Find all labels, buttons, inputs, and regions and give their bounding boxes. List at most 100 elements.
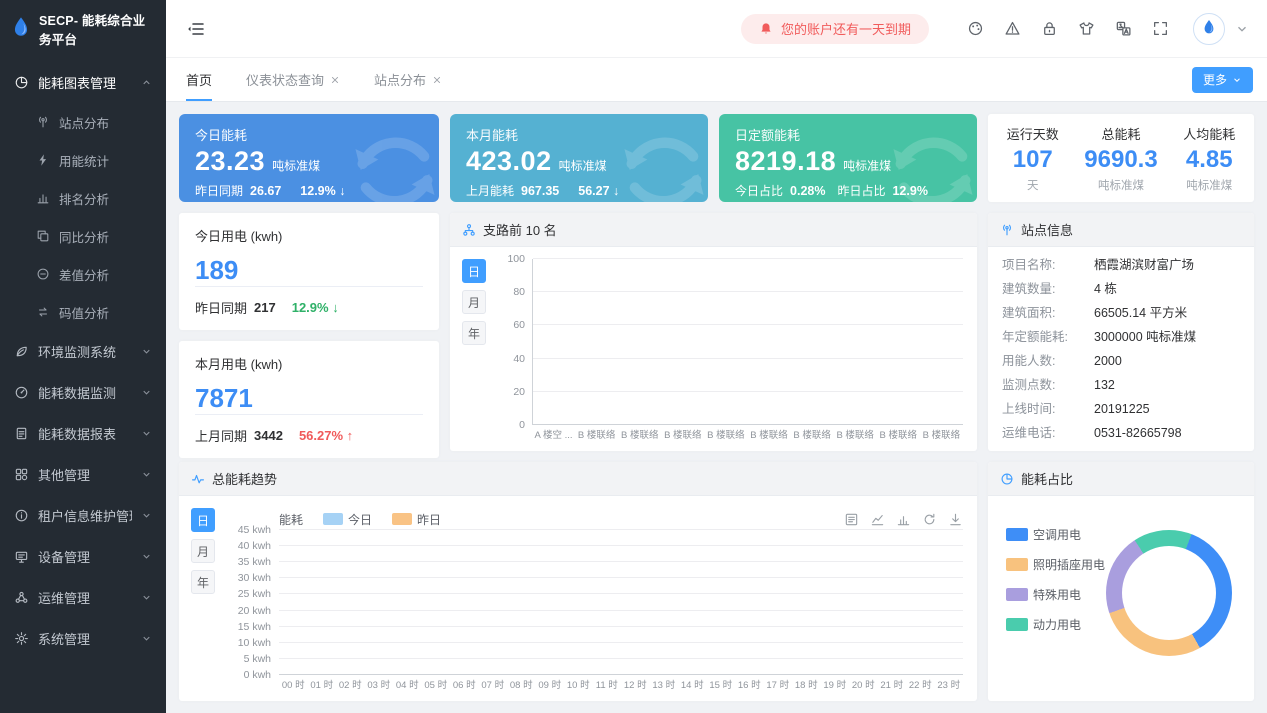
site-info-label: 用能人数: — [1002, 351, 1094, 371]
period-toggle-月[interactable]: 月 — [462, 290, 486, 314]
site-info-label: 建筑数量: — [1002, 279, 1094, 299]
y-tick-label: 20 — [513, 386, 525, 398]
sidebar-subitem-label: 差值分析 — [59, 265, 152, 284]
minus-circle-icon — [36, 267, 50, 281]
period-toggle-日[interactable]: 日 — [191, 508, 215, 532]
sidebar-subitem-0-3[interactable]: 同比分析 — [0, 217, 166, 255]
leaf-icon — [14, 344, 29, 359]
sidebar-subitem-0-2[interactable]: 排名分析 — [0, 179, 166, 217]
divider — [195, 286, 423, 287]
translate-icon[interactable] — [1115, 20, 1132, 37]
period-toggles: 日月年 — [191, 508, 215, 693]
donut-legend-item-1[interactable]: 照明插座用电 — [1006, 556, 1105, 573]
warning-icon[interactable] — [1004, 20, 1021, 37]
period-toggle-月[interactable]: 月 — [191, 539, 215, 563]
account-expiry-alert[interactable]: 您的账户还有一天到期 — [741, 14, 929, 44]
branch-top10-panel: 支路前 10 名 日月年 020406080100 A 楼空 ...B 楼联络B… — [450, 213, 977, 451]
app-title: SECP- 能耗综合业务平台 — [39, 10, 156, 48]
theme-icon[interactable] — [967, 20, 984, 37]
x-tick-label: 21 时 — [878, 677, 907, 691]
period-toggle-年[interactable]: 年 — [191, 570, 215, 594]
dashboard-content: 今日能耗 23.23 吨标准煤 昨日同期26.67 12.9% ↓ 本月能耗 4… — [166, 102, 1267, 713]
sidebar-item-2[interactable]: 能耗数据监测 — [0, 372, 166, 413]
y-tick-label: 15 kwh — [238, 621, 271, 633]
donut-legend-item-2[interactable]: 特殊用电 — [1006, 586, 1105, 603]
more-button-label: 更多 — [1203, 71, 1227, 88]
panel-header: 站点信息 — [988, 213, 1254, 247]
sidebar-item-5[interactable]: 租户信息维护管理 — [0, 495, 166, 536]
sidebar-item-8[interactable]: 系统管理 — [0, 618, 166, 659]
kpi-value: 8219.18 — [735, 146, 836, 177]
legend-item-1[interactable]: 昨日 — [392, 511, 441, 528]
sidebar-item-3[interactable]: 能耗数据报表 — [0, 413, 166, 454]
sidebar-item-7[interactable]: 运维管理 — [0, 577, 166, 618]
legend-item-0[interactable]: 今日 — [323, 511, 372, 528]
legend-swatch — [323, 513, 343, 525]
tab-label: 首页 — [186, 70, 212, 89]
usage-compare: 上月同期 3442 56.27% ↑ — [195, 426, 423, 445]
download-icon[interactable] — [948, 512, 963, 527]
site-info-row: 监测点数:132 — [1002, 375, 1240, 395]
tshirt-icon[interactable] — [1078, 20, 1095, 37]
sidebar-subitem-0-5[interactable]: 码值分析 — [0, 293, 166, 331]
site-info-value: 20191225 — [1094, 399, 1150, 419]
lock-icon[interactable] — [1041, 20, 1058, 37]
data-view-icon[interactable] — [844, 512, 859, 527]
site-info-label: 运维电话: — [1002, 423, 1094, 443]
close-icon[interactable] — [330, 75, 340, 85]
grid-icon — [14, 467, 29, 482]
legend-swatch — [1006, 528, 1028, 541]
more-button[interactable]: 更多 — [1192, 67, 1253, 93]
site-info-row: 建筑数量:4 栋 — [1002, 279, 1240, 299]
site-info-row: 上线时间:20191225 — [1002, 399, 1240, 419]
site-info-label: 年定额能耗: — [1002, 327, 1094, 347]
kpi-unit: 吨标准煤 — [559, 157, 607, 174]
tab-2[interactable]: 站点分布 — [374, 58, 442, 101]
y-tick-label: 40 kwh — [238, 540, 271, 552]
swap-icon — [36, 305, 50, 319]
today-electricity-card: 今日用电 (kwh) 189 昨日同期 217 12.9% ↓ — [179, 213, 439, 330]
chevron-down-icon[interactable] — [1235, 22, 1249, 36]
pie-clock-icon — [1000, 472, 1014, 486]
sidebar-item-1[interactable]: 环境监测系统 — [0, 331, 166, 372]
kpi-card-month-energy: 本月能耗 423.02 吨标准煤 上月能耗967.35 56.27 ↓ — [450, 114, 708, 202]
panel-title: 总能耗趋势 — [212, 469, 277, 488]
period-toggle-年[interactable]: 年 — [462, 321, 486, 345]
period-toggle-日[interactable]: 日 — [462, 259, 486, 283]
stat-per-capita-energy: 人均能耗 4.85 吨标准煤 — [1183, 124, 1235, 193]
period-toggles: 日月年 — [462, 259, 486, 443]
donut-body: 空调用电照明插座用电特殊用电动力用电 — [988, 496, 1254, 656]
menu-fold-icon[interactable] — [186, 19, 206, 39]
site-info-label: 上线时间: — [1002, 399, 1094, 419]
tab-label: 仪表状态查询 — [246, 70, 324, 89]
sidebar-item-4[interactable]: 其他管理 — [0, 454, 166, 495]
x-tick-label: 15 时 — [707, 677, 736, 691]
legend-label: 今日 — [348, 511, 372, 528]
alert-text: 您的账户还有一天到期 — [781, 19, 911, 38]
donut-legend-item-0[interactable]: 空调用电 — [1006, 526, 1105, 543]
sidebar-subitem-0-1[interactable]: 用能统计 — [0, 141, 166, 179]
fullscreen-icon[interactable] — [1152, 20, 1169, 37]
y-tick-label: 80 — [513, 286, 525, 298]
line-chart-icon[interactable] — [870, 512, 885, 527]
bar-chart-icon[interactable] — [896, 512, 911, 527]
sidebar-item-0[interactable]: 能耗图表管理 — [0, 62, 166, 103]
close-icon[interactable] — [432, 75, 442, 85]
x-tick-label: A 楼空 ... — [532, 427, 575, 441]
tab-1[interactable]: 仪表状态查询 — [246, 58, 340, 101]
sidebar-item-6[interactable]: 设备管理 — [0, 536, 166, 577]
tab-0[interactable]: 首页 — [186, 58, 212, 101]
x-tick-label: 23 时 — [935, 677, 964, 691]
legend-swatch — [392, 513, 412, 525]
pulse-icon — [191, 472, 205, 486]
sidebar-subitem-0-4[interactable]: 差值分析 — [0, 255, 166, 293]
x-tick-label: 10 时 — [564, 677, 593, 691]
refresh-icon[interactable] — [922, 512, 937, 527]
branch-bar-chart: 020406080100 A 楼空 ...B 楼联络B 楼联络B 楼联络B 楼联… — [496, 259, 963, 443]
tab-bar: 首页 仪表状态查询 站点分布 更多 — [166, 58, 1267, 102]
y-tick-label: 5 kwh — [244, 653, 271, 665]
sidebar-subitem-0-0[interactable]: 站点分布 — [0, 103, 166, 141]
donut-legend-item-3[interactable]: 动力用电 — [1006, 616, 1105, 633]
avatar[interactable] — [1193, 13, 1225, 45]
site-info-value: 132 — [1094, 375, 1115, 395]
